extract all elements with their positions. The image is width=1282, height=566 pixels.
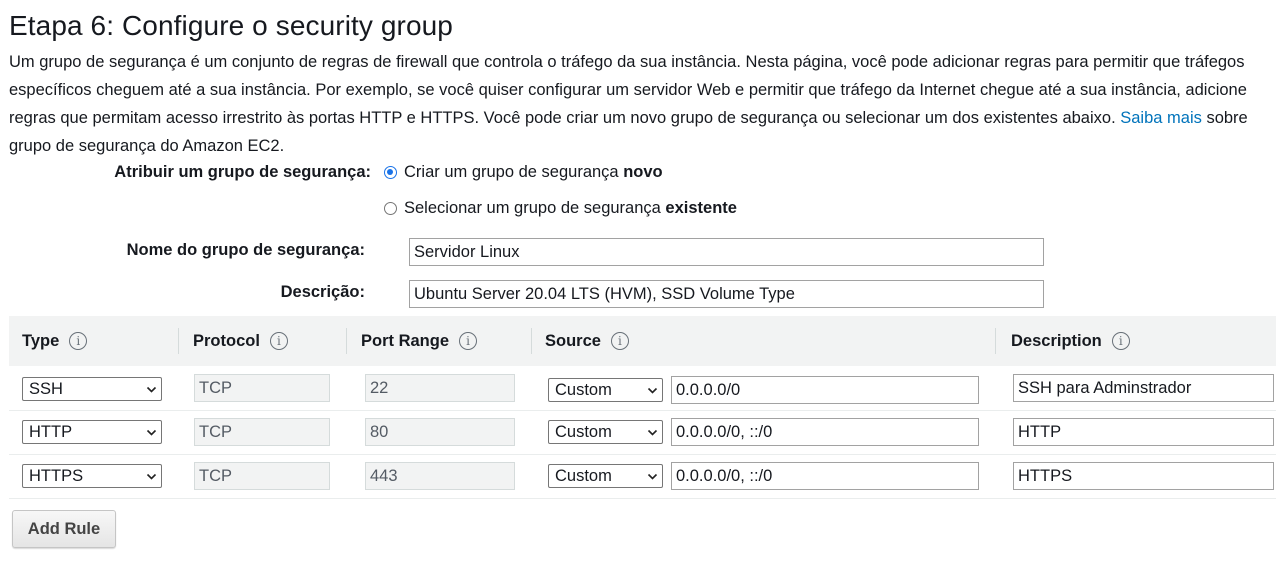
rule-description-input[interactable]: HTTP (1013, 418, 1274, 446)
rule-type-select[interactable]: SSH (22, 377, 162, 401)
info-icon[interactable]: i (459, 332, 478, 350)
assign-group-label: Atribuir um grupo de segurança: (114, 163, 371, 181)
info-icon[interactable]: i (610, 332, 629, 350)
header-description: Description i (1011, 316, 1130, 366)
rule-port-range-field: 22 (365, 374, 515, 402)
chevron-down-icon (146, 473, 157, 480)
rules-table-header: Type i Protocol i Port Range i Source i Desc… (9, 316, 1276, 366)
header-port-range: Port Range i (361, 316, 478, 366)
info-icon[interactable]: i (269, 332, 288, 350)
radio-button-unselected[interactable] (384, 202, 397, 215)
header-divider (531, 328, 532, 354)
info-icon[interactable]: i (69, 332, 88, 350)
chevron-down-icon (647, 473, 658, 480)
rule-protocol-field: TCP (194, 462, 330, 490)
add-rule-button[interactable]: Add Rule (12, 510, 116, 548)
rule-type-select[interactable]: HTTP (22, 420, 162, 444)
rule-source-select[interactable]: Custom (548, 464, 663, 488)
rule-description-input[interactable]: SSH para Adminstrador (1013, 374, 1274, 402)
header-divider (346, 328, 347, 354)
row-divider (9, 498, 1276, 499)
chevron-down-icon (146, 429, 157, 436)
header-divider (178, 328, 179, 354)
header-source: Source i (545, 316, 629, 366)
rule-port-range-field: 443 (365, 462, 515, 490)
rule-type-select[interactable]: HTTPS (22, 464, 162, 488)
chevron-down-icon (146, 386, 157, 393)
rule-source-input[interactable]: 0.0.0.0/0 (671, 376, 979, 404)
group-description-input[interactable]: Ubuntu Server 20.04 LTS (HVM), SSD Volum… (409, 280, 1044, 308)
group-name-input[interactable]: Servidor Linux (409, 238, 1044, 266)
rule-source-select[interactable]: Custom (548, 420, 663, 444)
rule-protocol-field: TCP (194, 418, 330, 446)
rule-description-input[interactable]: HTTPS (1013, 462, 1274, 490)
group-description-label: Descrição: (280, 283, 365, 301)
header-protocol: Protocol i (193, 316, 288, 366)
learn-more-link[interactable]: Saiba mais (1120, 109, 1202, 127)
page-description: Um grupo de segurança é um conjunto de r… (9, 48, 1279, 160)
radio-select-existing-label: Selecionar um grupo de segurança existen… (404, 199, 737, 217)
rule-source-input[interactable]: 0.0.0.0/0, ::/0 (671, 462, 979, 490)
group-name-label: Nome do grupo de segurança: (126, 241, 365, 259)
radio-button-selected[interactable] (384, 166, 397, 179)
radio-create-new-label: Criar um grupo de segurança novo (404, 163, 663, 181)
radio-select-existing[interactable]: Selecionar um grupo de segurança existen… (384, 199, 737, 218)
rule-port-range-field: 80 (365, 418, 515, 446)
page-title: Etapa 6: Configure o security group (9, 10, 453, 41)
chevron-down-icon (647, 387, 658, 394)
info-icon[interactable]: i (1111, 332, 1130, 350)
chevron-down-icon (647, 429, 658, 436)
row-divider (9, 454, 1276, 455)
description-text: Um grupo de segurança é um conjunto de r… (9, 53, 1247, 127)
row-divider (9, 410, 1276, 411)
header-divider (995, 328, 996, 354)
rule-source-select[interactable]: Custom (548, 378, 663, 402)
rule-protocol-field: TCP (194, 374, 330, 402)
rule-source-input[interactable]: 0.0.0.0/0, ::/0 (671, 418, 979, 446)
header-type: Type i (22, 316, 88, 366)
radio-create-new[interactable]: Criar um grupo de segurança novo (384, 163, 663, 182)
